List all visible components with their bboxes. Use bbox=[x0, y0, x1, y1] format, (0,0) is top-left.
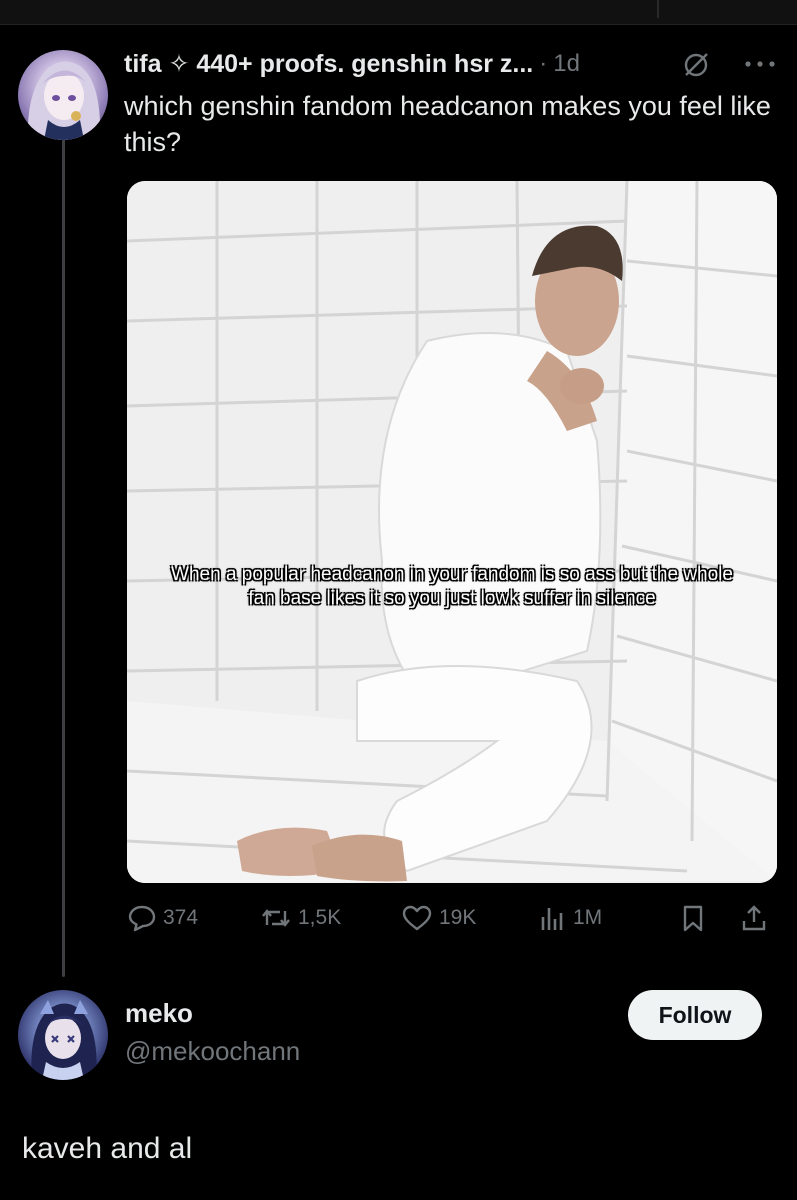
view-count: 1M bbox=[573, 906, 603, 929]
like-button[interactable]: 19K bbox=[401, 898, 476, 938]
reply-author-name[interactable]: meko bbox=[125, 998, 193, 1029]
views-button[interactable]: 1M bbox=[537, 898, 602, 938]
like-count: 19K bbox=[439, 906, 477, 929]
top-status-bar bbox=[0, 0, 797, 25]
meme-caption: When a popular headcanon in your fandom … bbox=[171, 564, 733, 609]
divider bbox=[657, 0, 659, 18]
share-button[interactable] bbox=[739, 898, 775, 938]
bookmark-icon bbox=[683, 905, 703, 932]
bookmark-button[interactable] bbox=[679, 898, 713, 938]
avatar-illustration bbox=[27, 61, 101, 140]
repost-count: 1,5K bbox=[298, 906, 342, 929]
padded-room-illustration bbox=[127, 181, 777, 883]
reply-button[interactable]: 374 bbox=[127, 898, 198, 938]
bar-chart-icon bbox=[541, 908, 563, 930]
reply-author-handle[interactable]: @mekoochann bbox=[125, 1036, 300, 1067]
repost-arrows-icon bbox=[262, 909, 290, 927]
tweet-image[interactable]: When a popular headcanon in your fandom … bbox=[127, 181, 777, 883]
tweet-header: tifa ✧ 440+ proofs. genshin hsr z... · 1… bbox=[124, 48, 580, 80]
tweet-text: which genshin fandom headcanon makes you… bbox=[124, 91, 771, 157]
heart-icon bbox=[402, 905, 432, 931]
more-dots-icon[interactable] bbox=[740, 52, 780, 76]
author-display-name[interactable]: tifa ✧ 440+ proofs. genshin hsr z... bbox=[124, 49, 533, 79]
follow-button[interactable]: Follow bbox=[628, 990, 762, 1040]
thread-connector-line bbox=[62, 135, 65, 977]
share-upload-icon bbox=[742, 905, 766, 931]
speech-bubble-icon bbox=[128, 905, 156, 932]
tweet-timestamp[interactable]: 1d bbox=[553, 50, 580, 78]
repost-button[interactable]: 1,5K bbox=[260, 898, 341, 938]
reply-text: kaveh and al bbox=[22, 1132, 193, 1165]
tweet-actions: 374 1,5K 19K 1M bbox=[127, 898, 777, 938]
avatar-illustration bbox=[31, 1000, 97, 1080]
separator-dot: · bbox=[539, 50, 548, 77]
reply-count: 374 bbox=[163, 906, 199, 929]
slashed-circle-icon[interactable] bbox=[680, 50, 714, 78]
avatar[interactable] bbox=[18, 50, 108, 140]
reply-avatar[interactable] bbox=[18, 990, 108, 1080]
